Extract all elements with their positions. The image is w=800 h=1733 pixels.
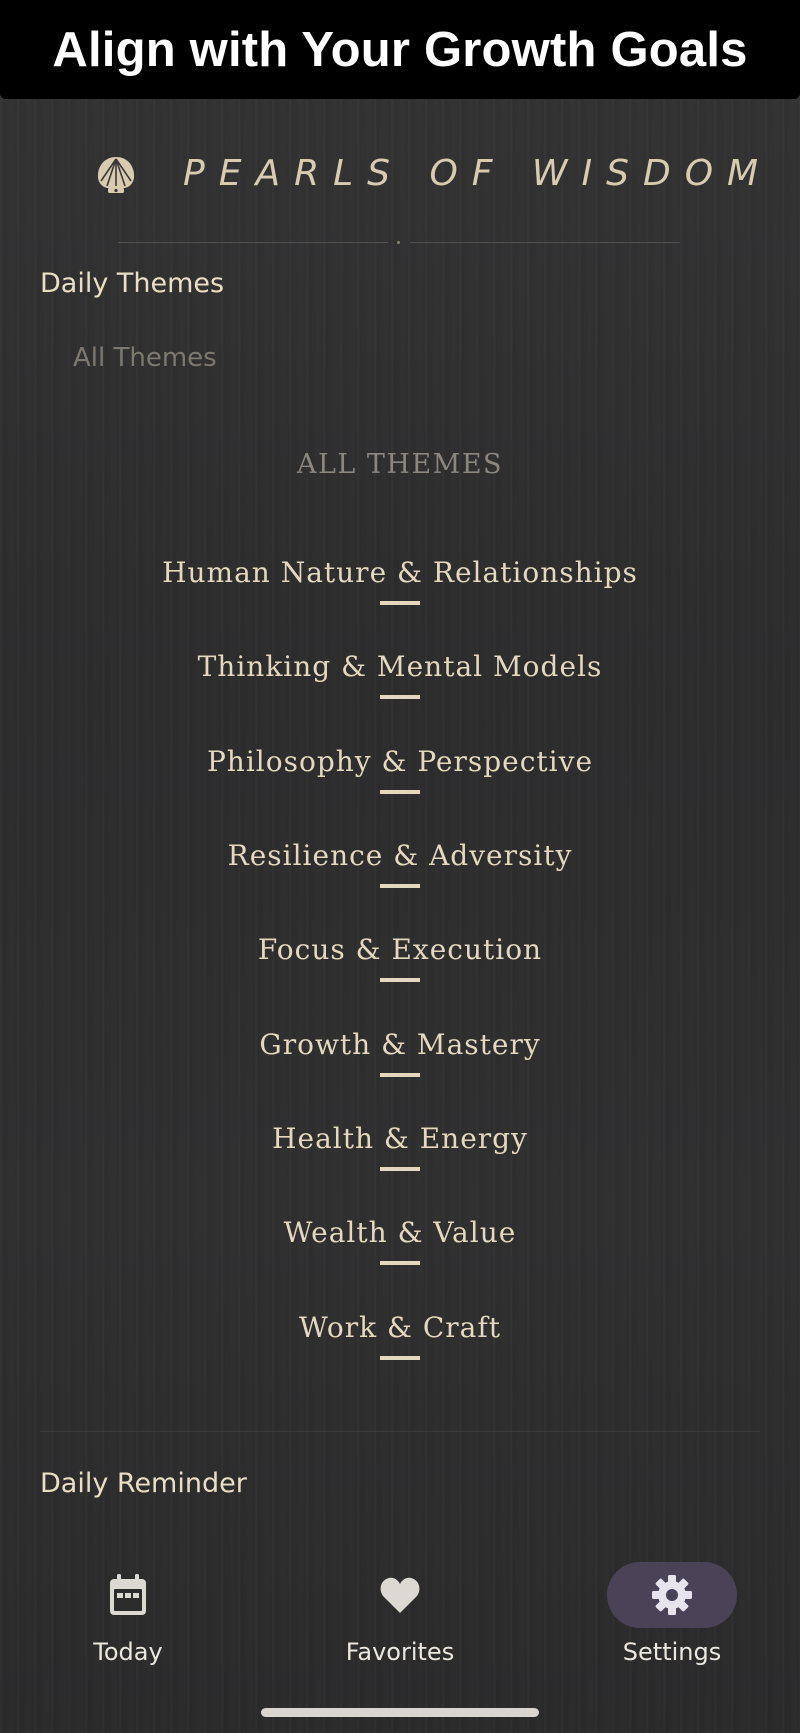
- theme-item-human-nature[interactable]: Human Nature & Relationships: [0, 553, 800, 647]
- theme-underline: [380, 601, 420, 605]
- section-divider: [40, 1431, 760, 1432]
- theme-item-resilience[interactable]: Resilience & Adversity: [0, 836, 800, 930]
- theme-item-focus[interactable]: Focus & Execution: [0, 930, 800, 1024]
- theme-item-work[interactable]: Work & Craft: [0, 1308, 800, 1402]
- nav-favorites-label: Favorites: [345, 1638, 455, 1666]
- theme-underline: [380, 1356, 420, 1360]
- heart-icon: [380, 1577, 420, 1613]
- all-themes-filter[interactable]: All Themes: [73, 343, 217, 373]
- gear-icon: [652, 1575, 692, 1615]
- bottom-navigation: Today Favorites Settings: [0, 1560, 800, 1680]
- theme-item-growth[interactable]: Growth & Mastery: [0, 1025, 800, 1119]
- daily-themes-heading: Daily Themes: [40, 268, 225, 299]
- home-indicator[interactable]: [261, 1708, 539, 1717]
- app-brand-header: PEARLS OF WISDOM: [0, 145, 800, 211]
- nav-favorites-icon-container: [335, 1562, 465, 1628]
- theme-label: Health & Energy: [272, 1122, 528, 1155]
- theme-label: Focus & Execution: [257, 933, 543, 966]
- promo-banner-title: Align with Your Growth Goals: [52, 22, 748, 77]
- nav-favorites[interactable]: Favorites: [300, 1560, 500, 1680]
- theme-label: Thinking & Mental Models: [197, 650, 603, 683]
- nav-today-icon-container: [63, 1562, 193, 1628]
- nav-today[interactable]: Today: [28, 1560, 228, 1680]
- app-title: PEARLS OF WISDOM: [183, 153, 773, 194]
- theme-underline: [380, 1261, 420, 1265]
- theme-underline: [380, 695, 420, 699]
- theme-label: Human Nature & Relationships: [162, 556, 638, 589]
- theme-label: Work & Craft: [299, 1311, 501, 1344]
- all-themes-caption: ALL THEMES: [296, 449, 504, 480]
- nav-settings-icon-container: [607, 1562, 737, 1628]
- calendar-icon: [110, 1574, 146, 1615]
- theme-item-thinking[interactable]: Thinking & Mental Models: [0, 647, 800, 741]
- theme-underline: [380, 1167, 420, 1171]
- theme-label: Philosophy & Perspective: [206, 745, 594, 778]
- theme-underline: [380, 790, 420, 794]
- theme-underline: [380, 884, 420, 888]
- nav-settings-label: Settings: [622, 1638, 722, 1666]
- theme-label: Resilience & Adversity: [227, 839, 573, 872]
- theme-label: Growth & Mastery: [259, 1028, 541, 1061]
- ornamental-divider: [118, 238, 680, 248]
- promo-banner: Align with Your Growth Goals: [0, 0, 800, 99]
- daily-reminder-heading[interactable]: Daily Reminder: [40, 1468, 247, 1499]
- pearl-shell-icon: [97, 157, 135, 193]
- theme-item-health[interactable]: Health & Energy: [0, 1119, 800, 1213]
- theme-item-philosophy[interactable]: Philosophy & Perspective: [0, 742, 800, 836]
- theme-underline: [380, 978, 420, 982]
- theme-item-wealth[interactable]: Wealth & Value: [0, 1213, 800, 1307]
- theme-label: Wealth & Value: [283, 1216, 517, 1249]
- theme-underline: [380, 1073, 420, 1077]
- nav-today-label: Today: [93, 1638, 163, 1666]
- nav-settings[interactable]: Settings: [572, 1560, 772, 1680]
